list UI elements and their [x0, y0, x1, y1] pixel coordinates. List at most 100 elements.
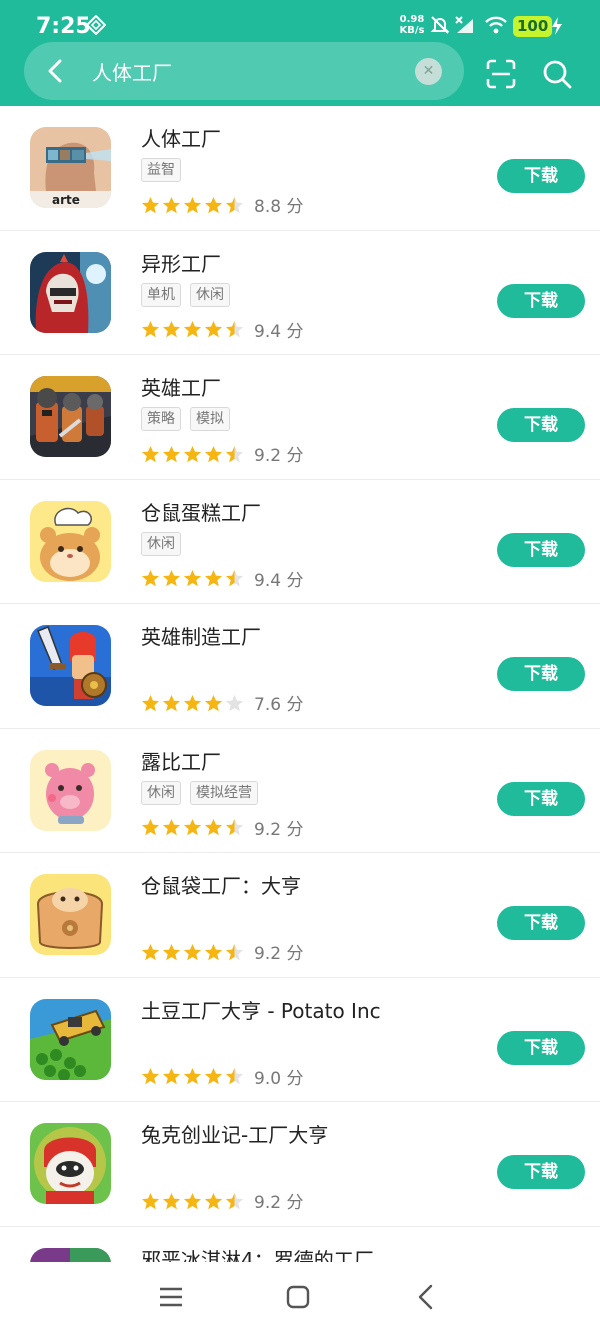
search-box[interactable]: ✕: [24, 42, 464, 100]
search-icon[interactable]: [542, 59, 572, 89]
star-icon: [183, 1067, 202, 1086]
star-icon: [183, 569, 202, 588]
scan-icon[interactable]: [486, 59, 516, 89]
app-notification-icon: [85, 14, 107, 36]
no-signal-icon: [454, 15, 476, 39]
download-button[interactable]: 下载: [497, 906, 585, 940]
hamster-bag-icon[interactable]: [30, 874, 111, 955]
clear-icon[interactable]: ✕: [415, 58, 442, 85]
home-icon[interactable]: [283, 1282, 313, 1312]
app-name[interactable]: 仓鼠蛋糕工厂: [141, 497, 261, 526]
rating-stars: [141, 693, 246, 713]
app-tags: 益智: [141, 158, 190, 182]
menu-icon[interactable]: [156, 1282, 186, 1312]
rating-score: 9.0 分: [254, 1068, 304, 1089]
star-icon: [225, 196, 244, 215]
list-item[interactable]: 土豆工厂大亨 - Potato Inc 9.0 分 下载: [0, 978, 600, 1102]
rating-score: 9.4 分: [254, 570, 304, 591]
download-button[interactable]: 下载: [497, 159, 585, 193]
app-tag: 休闲: [141, 780, 181, 805]
star-icon: [204, 569, 223, 588]
app-tag: 休闲: [141, 531, 181, 556]
app-name[interactable]: 人体工厂: [141, 123, 221, 152]
app-tag: 休闲: [190, 282, 230, 307]
rating-stars: [141, 568, 246, 588]
rating-stars: [141, 817, 246, 837]
list-item[interactable]: 邪恶冰淇淋4：罗德的工厂: [0, 1227, 600, 1263]
download-button[interactable]: 下载: [497, 1030, 585, 1065]
app-name[interactable]: 露比工厂: [141, 746, 221, 775]
back-arrow-icon[interactable]: [42, 57, 70, 85]
download-button[interactable]: 下载: [497, 408, 585, 442]
app-tag: 模拟经营: [190, 780, 258, 805]
rating-stars: [141, 942, 246, 962]
star-icon: [225, 1192, 244, 1211]
star-icon: [162, 1067, 181, 1086]
hamster-cake-icon[interactable]: [30, 500, 111, 582]
app-tags: 策略 模拟: [141, 407, 239, 431]
app-tags: 休闲 模拟经营: [141, 780, 267, 805]
search-results-list[interactable]: arte 人体工厂 益智 8.8 分 下载 异形工厂 单机 休闲 9.4 分 下载…: [0, 106, 600, 1262]
star-icon: [204, 694, 223, 713]
star-icon: [141, 1067, 160, 1086]
list-item[interactable]: 异形工厂 单机 休闲 9.4 分 下载: [0, 231, 600, 355]
status-time: 7:25: [36, 14, 91, 39]
hero-factory-icon[interactable]: [30, 376, 111, 457]
app-rating: 9.4 分: [141, 317, 303, 342]
star-icon: [162, 445, 181, 464]
rating-score: 8.8 分: [254, 197, 304, 217]
download-button[interactable]: 下载: [497, 283, 585, 318]
download-button[interactable]: 下载: [497, 781, 585, 816]
mute-bell-icon: [430, 15, 450, 39]
star-icon: [225, 445, 244, 464]
alien-factory-icon[interactable]: [30, 251, 111, 333]
app-rating: 8.8 分: [141, 192, 304, 217]
star-icon: [204, 445, 223, 464]
search-input[interactable]: [92, 55, 392, 87]
rating-score: 9.2 分: [254, 446, 304, 466]
back-icon[interactable]: [411, 1282, 441, 1312]
human-factory-icon[interactable]: arte: [30, 127, 111, 208]
star-icon: [225, 943, 244, 962]
status-bar: 7:25 0.98 KB/s 100: [0, 0, 600, 48]
hero-maker-icon[interactable]: [30, 625, 111, 706]
app-name[interactable]: 土豆工厂大亨 - Potato Inc: [141, 995, 381, 1024]
app-name[interactable]: 英雄工厂: [141, 372, 221, 401]
list-item[interactable]: 英雄工厂 策略 模拟 9.2 分 下载: [0, 355, 600, 480]
list-item[interactable]: 仓鼠蛋糕工厂 休闲 9.4 分 下载: [0, 480, 600, 604]
download-button[interactable]: 下载: [497, 532, 585, 567]
app-rating: 7.6 分: [141, 690, 304, 715]
list-item[interactable]: 兔克创业记-工厂大亨 9.2 分 下载: [0, 1102, 600, 1227]
star-icon: [141, 818, 160, 837]
star-icon: [204, 818, 223, 837]
rating-stars: [141, 195, 246, 215]
star-icon: [141, 943, 160, 962]
app-tags: 单机 休闲: [141, 282, 239, 307]
app-name[interactable]: 邪恶冰淇淋4：罗德的工厂: [141, 1244, 374, 1263]
list-item[interactable]: 露比工厂 休闲 模拟经营 9.2 分 下载: [0, 729, 600, 853]
app-rating: 9.4 分: [141, 566, 304, 591]
star-icon: [183, 818, 202, 837]
download-button[interactable]: 下载: [497, 1155, 585, 1189]
app-name[interactable]: 仓鼠袋工厂：大亨: [141, 870, 301, 899]
app-name[interactable]: 英雄制造工厂: [141, 621, 261, 650]
rating-score: 7.6 分: [254, 695, 304, 715]
list-item[interactable]: arte 人体工厂 益智 8.8 分 下载: [0, 106, 600, 231]
ruby-factory-icon[interactable]: [30, 749, 111, 831]
star-icon: [162, 320, 181, 339]
app-name[interactable]: 兔克创业记-工厂大亨: [141, 1119, 328, 1148]
tuke-icon[interactable]: [30, 1123, 111, 1204]
star-icon: [162, 694, 181, 713]
list-item[interactable]: 仓鼠袋工厂：大亨 9.2 分 下载: [0, 853, 600, 978]
evil-icecream-icon[interactable]: [30, 1247, 111, 1262]
wifi-icon: [484, 15, 508, 39]
rating-score: 9.2 分: [254, 819, 304, 840]
download-button[interactable]: 下载: [497, 657, 585, 691]
star-icon: [141, 1192, 160, 1211]
star-icon: [183, 694, 202, 713]
potato-inc-icon[interactable]: [30, 998, 111, 1080]
app-tag: 模拟: [190, 407, 230, 431]
app-name[interactable]: 异形工厂: [141, 248, 221, 277]
list-item[interactable]: 英雄制造工厂 7.6 分 下载: [0, 604, 600, 729]
app-header: 7:25 0.98 KB/s 100 ✕: [0, 0, 600, 106]
